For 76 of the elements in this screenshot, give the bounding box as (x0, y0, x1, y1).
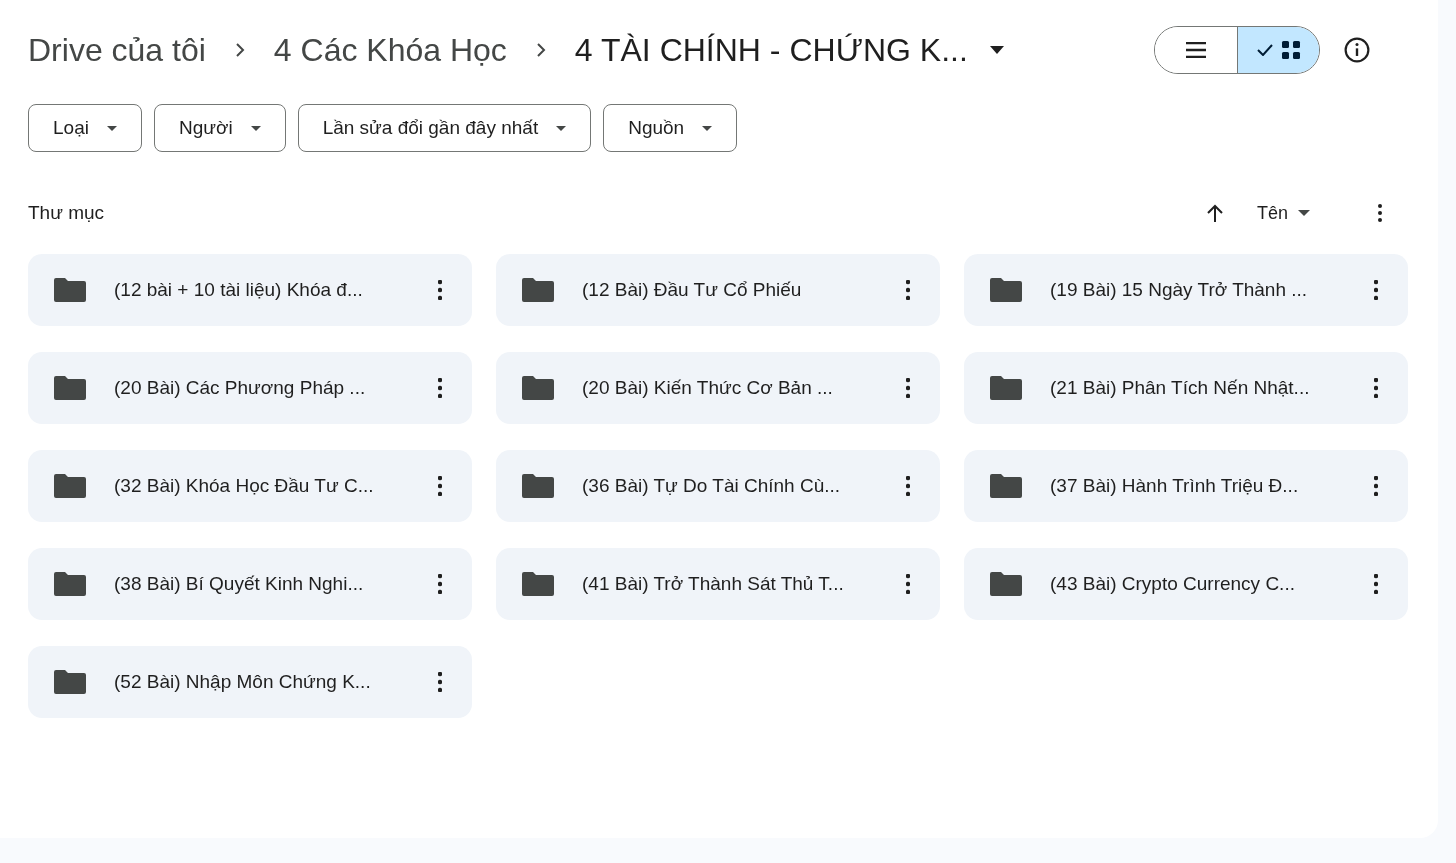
folder-card[interactable]: (20 Bài) Các Phương Pháp ... (28, 352, 472, 424)
folder-name: (19 Bài) 15 Ngày Trở Thành ... (1050, 279, 1309, 301)
grid-view-button[interactable] (1237, 27, 1319, 73)
caret-down-icon (556, 125, 567, 131)
folder-name: (41 Bài) Trở Thành Sát Thủ T... (582, 573, 845, 595)
folder-name: (37 Bài) Hành Trình Triệu Đ... (1050, 475, 1300, 497)
more-icon[interactable] (438, 672, 442, 692)
info-icon[interactable] (1344, 37, 1370, 63)
folder-icon (522, 474, 554, 498)
folder-card[interactable]: (12 bài + 10 tài liệu) Khóa đ... (28, 254, 472, 326)
folder-card[interactable]: (52 Bài) Nhập Môn Chứng K... (28, 646, 472, 718)
more-icon[interactable] (906, 378, 910, 398)
more-icon[interactable] (1374, 280, 1378, 300)
folder-icon (990, 572, 1022, 596)
more-icon[interactable] (1374, 378, 1378, 398)
filter-chip[interactable]: Nguồn (603, 104, 738, 152)
folder-icon (54, 572, 86, 596)
more-icon[interactable] (438, 476, 442, 496)
caret-down-icon[interactable] (989, 46, 1004, 54)
breadcrumb-item[interactable]: 4 Các Khóa Học (273, 31, 507, 69)
folder-card[interactable]: (36 Bài) Tự Do Tài Chính Cù... (496, 450, 940, 522)
more-icon[interactable] (438, 280, 442, 300)
folder-icon (522, 278, 554, 302)
folder-name: (12 bài + 10 tài liệu) Khóa đ... (114, 279, 364, 301)
folder-icon (990, 278, 1022, 302)
filter-chip[interactable]: Lần sửa đổi gần đây nhất (297, 104, 592, 152)
folder-card[interactable]: (20 Bài) Kiến Thức Cơ Bản ... (496, 352, 940, 424)
folder-name: (38 Bài) Bí Quyết Kinh Nghi... (114, 573, 365, 595)
list-icon (1186, 42, 1206, 58)
more-icon[interactable] (1374, 476, 1378, 496)
more-icon[interactable] (906, 574, 910, 594)
folder-name: (36 Bài) Tự Do Tài Chính Cù... (582, 475, 842, 497)
folder-icon (54, 376, 86, 400)
folder-name: (21 Bài) Phân Tích Nến Nhật... (1050, 377, 1311, 399)
folder-icon (54, 670, 86, 694)
arrow-up-icon[interactable] (1206, 204, 1223, 222)
caret-down-icon (250, 125, 261, 131)
more-icon[interactable] (906, 476, 910, 496)
grid-icon (1280, 40, 1301, 60)
filter-chip[interactable]: Người (153, 104, 286, 152)
folder-card[interactable]: (38 Bài) Bí Quyết Kinh Nghi... (28, 548, 472, 620)
folder-icon (522, 376, 554, 400)
folder-name: (52 Bài) Nhập Môn Chứng K... (114, 671, 372, 693)
folder-icon (990, 376, 1022, 400)
filter-chip[interactable]: Loại (28, 104, 142, 152)
folder-name: (43 Bài) Crypto Currency C... (1050, 573, 1296, 595)
folder-icon (990, 474, 1022, 498)
folder-name: (20 Bài) Các Phương Pháp ... (114, 377, 367, 399)
folder-card[interactable]: (12 Bài) Đầu Tư Cổ Phiếu (496, 254, 940, 326)
folder-icon (522, 572, 554, 596)
folder-card[interactable]: (19 Bài) 15 Ngày Trở Thành ... (964, 254, 1408, 326)
caret-down-icon (1298, 210, 1310, 216)
chevron-right-icon (233, 42, 246, 58)
folder-card[interactable]: (37 Bài) Hành Trình Triệu Đ... (964, 450, 1408, 522)
more-icon[interactable] (906, 280, 910, 300)
caret-down-icon (702, 125, 713, 131)
breadcrumb-item[interactable]: 4 TÀI CHÍNH - CHỨNG K... (574, 31, 968, 69)
folder-card[interactable]: (21 Bài) Phân Tích Nến Nhật... (964, 352, 1408, 424)
folder-icon (54, 474, 86, 498)
folder-card[interactable]: (32 Bài) Khóa Học Đầu Tư C... (28, 450, 472, 522)
checkmark-icon (1256, 44, 1273, 56)
caret-down-icon (106, 125, 117, 131)
section-title: Thư mục (28, 202, 105, 224)
chevron-right-icon (534, 42, 547, 58)
breadcrumb-item[interactable]: Drive của tôi (28, 31, 206, 69)
more-icon[interactable] (1378, 204, 1382, 222)
more-icon[interactable] (1374, 574, 1378, 594)
folder-name: (12 Bài) Đầu Tư Cổ Phiếu (582, 279, 803, 301)
more-icon[interactable] (438, 378, 442, 398)
folder-icon (54, 278, 86, 302)
sort-button[interactable]: Tên (1248, 198, 1318, 228)
folder-name: (32 Bài) Khóa Học Đầu Tư C... (114, 475, 375, 497)
folder-card[interactable]: (43 Bài) Crypto Currency C... (964, 548, 1408, 620)
folder-card[interactable]: (41 Bài) Trở Thành Sát Thủ T... (496, 548, 940, 620)
more-icon[interactable] (438, 574, 442, 594)
folder-name: (20 Bài) Kiến Thức Cơ Bản ... (582, 377, 834, 399)
